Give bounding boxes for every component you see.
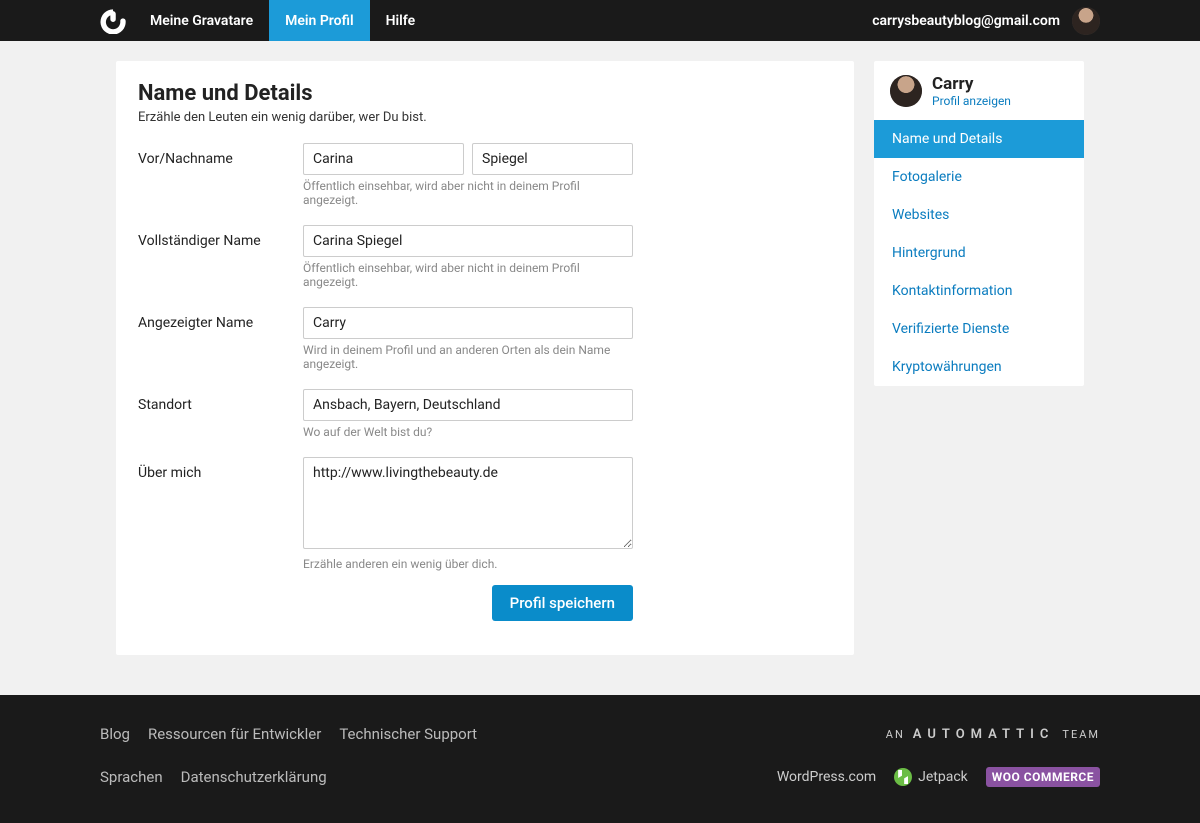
nav-mein-profil[interactable]: Mein Profil	[269, 0, 369, 41]
footer-link-privacy[interactable]: Datenschutzerklärung	[181, 768, 327, 786]
footer-link-languages[interactable]: Sprachen	[100, 768, 163, 786]
gravatar-logo[interactable]	[100, 0, 134, 41]
label-display-name: Angezeigter Name	[138, 307, 303, 371]
save-profile-button[interactable]: Profil speichern	[492, 585, 633, 621]
hint-about: Erzähle anderen ein wenig über dich.	[303, 557, 633, 571]
jetpack-icon	[894, 768, 912, 786]
first-name-input[interactable]	[303, 143, 464, 175]
sidebar-item-websites[interactable]: Websites	[874, 196, 1084, 234]
hint-display-name: Wird in deinem Profil und an anderen Ort…	[303, 343, 633, 371]
last-name-input[interactable]	[472, 143, 633, 175]
user-email[interactable]: carrysbeautyblog@gmail.com	[872, 0, 1072, 41]
sidebar-user-name: Carry	[932, 75, 1011, 94]
hint-full-name: Öffentlich einsehbar, wird aber nicht in…	[303, 261, 633, 289]
full-name-input[interactable]	[303, 225, 633, 257]
profile-form-card: Name und Details Erzähle den Leuten ein …	[116, 61, 854, 655]
profile-sidebar: Carry Profil anzeigen Name und Details F…	[874, 61, 1084, 386]
sidebar-item-fotogalerie[interactable]: Fotogalerie	[874, 158, 1084, 196]
brand-jetpack[interactable]: Jetpack	[894, 768, 968, 786]
hint-first-last: Öffentlich einsehbar, wird aber nicht in…	[303, 179, 633, 207]
footer-link-developers[interactable]: Ressourcen für Entwickler	[148, 725, 321, 743]
automattic-wordmark: AUTOMATTIC	[913, 727, 1055, 742]
display-name-input[interactable]	[303, 307, 633, 339]
user-avatar-small[interactable]	[1072, 7, 1100, 35]
hint-location: Wo auf der Welt bist du?	[303, 425, 633, 439]
brand-wordpress[interactable]: WordPress.com	[777, 769, 876, 785]
page-subtitle: Erzähle den Leuten ein wenig darüber, we…	[138, 110, 832, 125]
gravatar-logo-icon	[100, 8, 126, 34]
page-title: Name und Details	[138, 81, 832, 106]
woocommerce-badge: WOO COMMERCE	[986, 767, 1100, 787]
automattic-team-label: AN AUTOMATTIC TEAM	[886, 727, 1100, 742]
sidebar-item-name-details[interactable]: Name und Details	[874, 120, 1084, 158]
brand-woocommerce[interactable]: WOO COMMERCE	[986, 767, 1100, 787]
label-about: Über mich	[138, 457, 303, 621]
location-input[interactable]	[303, 389, 633, 421]
user-avatar-medium	[890, 75, 922, 107]
sidebar-item-hintergrund[interactable]: Hintergrund	[874, 234, 1084, 272]
footer-link-support[interactable]: Technischer Support	[339, 725, 477, 743]
nav-meine-gravatare[interactable]: Meine Gravatare	[134, 0, 269, 41]
about-textarea[interactable]	[303, 457, 633, 549]
label-location: Standort	[138, 389, 303, 439]
footer-link-blog[interactable]: Blog	[100, 725, 130, 743]
nav-hilfe[interactable]: Hilfe	[370, 0, 432, 41]
label-first-last: Vor/Nachname	[138, 143, 303, 207]
sidebar-item-krypto[interactable]: Kryptowährungen	[874, 348, 1084, 386]
sidebar-item-kontaktinformation[interactable]: Kontaktinformation	[874, 272, 1084, 310]
sidebar-item-verifizierte-dienste[interactable]: Verifizierte Dienste	[874, 310, 1084, 348]
label-full-name: Vollständiger Name	[138, 225, 303, 289]
view-profile-link[interactable]: Profil anzeigen	[932, 94, 1011, 108]
